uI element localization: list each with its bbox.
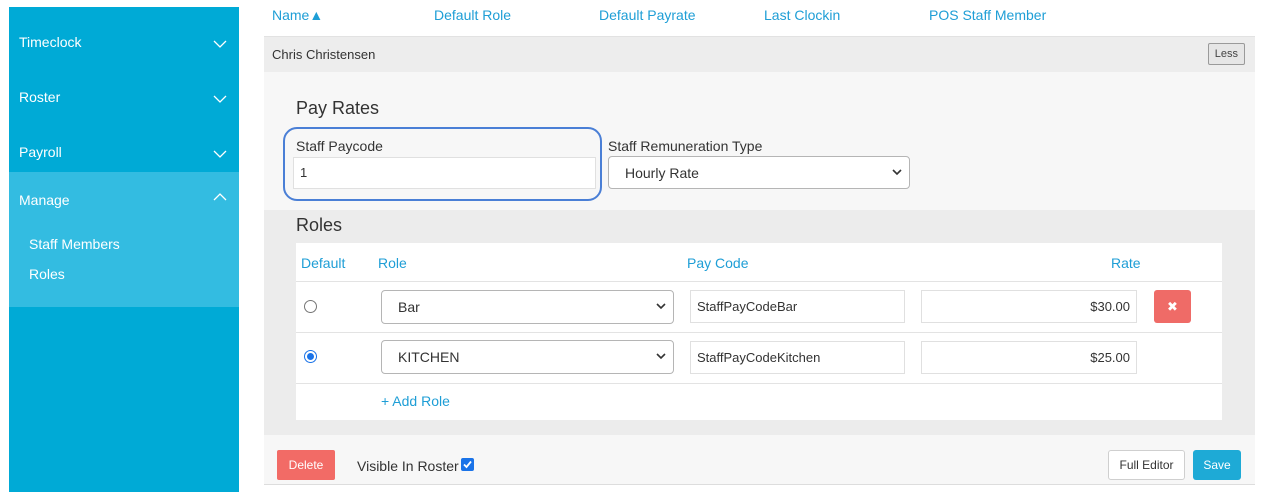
role-select[interactable]: Bar — [381, 290, 674, 324]
sidebar-item-label: Timeclock — [19, 34, 82, 50]
column-header-name[interactable]: Name▲ — [272, 7, 323, 23]
roles-header-default: Default — [301, 255, 346, 271]
delete-role-button[interactable]: ✖ — [1154, 290, 1191, 323]
staff-paycode-label: Staff Paycode — [296, 138, 383, 154]
sidebar-item-manage[interactable]: Manage — [9, 172, 239, 227]
pay-code-input[interactable]: StaffPayCodeBar — [690, 290, 905, 323]
pay-code-input[interactable]: StaffPayCodeKitchen — [690, 341, 905, 374]
staff-name: Chris Christensen — [272, 47, 376, 62]
chevron-down-icon — [892, 168, 902, 175]
rate-input[interactable]: $30.00 — [921, 290, 1137, 323]
chevron-down-icon — [213, 150, 227, 158]
sidebar-item-label: Payroll — [19, 144, 62, 160]
chevron-down-icon — [656, 353, 666, 360]
full-editor-button[interactable]: Full Editor — [1108, 450, 1185, 480]
rate-value: $30.00 — [1090, 299, 1130, 314]
close-icon: ✖ — [1167, 299, 1178, 314]
visible-in-roster-checkbox[interactable] — [461, 458, 474, 471]
roles-header-role: Role — [378, 255, 407, 271]
less-button[interactable]: Less — [1207, 43, 1245, 65]
sidebar-item-roster[interactable]: Roster — [9, 70, 239, 125]
add-role-link[interactable]: + Add Role — [381, 393, 450, 409]
column-header-last-clockin[interactable]: Last Clockin — [764, 7, 840, 23]
column-header-default-payrate[interactable]: Default Payrate — [599, 7, 696, 23]
rate-input[interactable]: $25.00 — [921, 341, 1137, 374]
sidebar-manage-section: Manage Staff Members Roles — [9, 172, 239, 307]
column-header-default-role[interactable]: Default Role — [434, 7, 511, 23]
delete-staff-button[interactable]: Delete — [277, 450, 335, 480]
row-divider — [296, 281, 1222, 282]
role-select[interactable]: KITCHEN — [381, 340, 674, 374]
sidebar-subitem-roles[interactable]: Roles — [29, 266, 65, 282]
chevron-down-icon — [656, 303, 666, 310]
default-role-radio[interactable] — [304, 350, 317, 363]
row-divider — [296, 383, 1222, 384]
roles-title: Roles — [296, 215, 343, 235]
roles-header-pay-code: Pay Code — [687, 255, 749, 271]
staff-row: Chris Christensen Less — [264, 36, 1255, 72]
roles-table: Default Role Pay Code Rate Bar StaffPayC… — [296, 243, 1222, 420]
staff-paycode-value: 1 — [300, 165, 308, 180]
save-button[interactable]: Save — [1193, 450, 1241, 480]
pay-code-value: StaffPayCodeBar — [697, 299, 798, 314]
chevron-down-icon — [213, 40, 227, 48]
column-header-pos-staff-member[interactable]: POS Staff Member — [929, 7, 1046, 23]
sidebar-subitem-staff-members[interactable]: Staff Members — [29, 236, 120, 252]
default-role-radio[interactable] — [304, 300, 317, 313]
sidebar-item-timeclock[interactable]: Timeclock — [9, 15, 239, 70]
sidebar-item-label: Roster — [19, 89, 61, 105]
pay-rates-title: Pay Rates — [296, 98, 380, 118]
rate-value: $25.00 — [1090, 350, 1130, 365]
chevron-down-icon — [213, 95, 227, 103]
staff-paycode-input[interactable]: 1 — [293, 157, 596, 189]
remuneration-type-select[interactable]: Hourly Rate — [608, 156, 910, 189]
sidebar: Timeclock Roster Payroll Manage Staff Me… — [9, 7, 239, 492]
sidebar-item-label: Manage — [19, 192, 70, 208]
chevron-up-icon — [213, 193, 227, 201]
staff-remuneration-type-label: Staff Remuneration Type — [608, 138, 763, 154]
checkmark-icon — [463, 460, 472, 469]
pay-code-value: StaffPayCodeKitchen — [697, 350, 821, 365]
row-divider — [296, 332, 1222, 333]
remuneration-type-value: Hourly Rate — [625, 164, 699, 181]
role-select-value: Bar — [398, 299, 420, 315]
roles-header-rate: Rate — [1111, 255, 1141, 271]
role-select-value: KITCHEN — [398, 349, 460, 365]
visible-in-roster-label: Visible In Roster — [357, 458, 459, 474]
